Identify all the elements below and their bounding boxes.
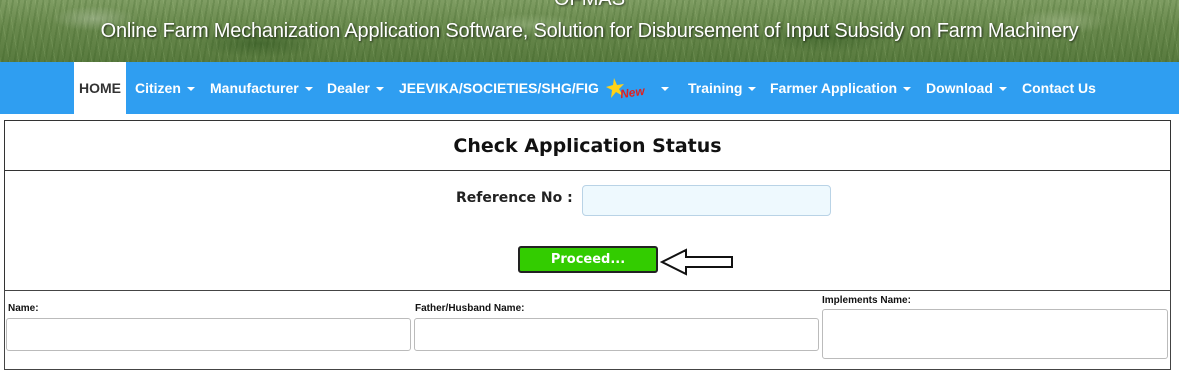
nav-dealer[interactable]: Dealer	[327, 62, 384, 114]
caret-down-icon	[748, 87, 757, 92]
nav-dealer-label: Dealer	[327, 80, 370, 96]
father-husband-name-label: Father/Husband Name:	[415, 303, 525, 314]
banner-title: Online Farm Mechanization Application So…	[100, 20, 1079, 42]
caret-down-icon	[375, 87, 384, 92]
caret-down-icon	[660, 87, 669, 92]
nav-training[interactable]: Training	[688, 62, 757, 114]
name-field	[6, 318, 411, 351]
nav-citizen[interactable]: Citizen	[135, 62, 195, 114]
new-badge-label: New	[619, 84, 646, 101]
nav-contact-us[interactable]: Contact Us	[1022, 62, 1096, 114]
nav-home[interactable]: HOME	[74, 62, 126, 114]
nav-download[interactable]: Download	[926, 62, 1007, 114]
arrow-left-icon	[660, 248, 733, 276]
header-banner: OFMAS Online Farm Mechanization Applicat…	[0, 0, 1179, 62]
nav-citizen-label: Citizen	[135, 80, 181, 96]
main-navbar: HOME Citizen Manufacturer Dealer JEEVIKA…	[0, 62, 1179, 114]
reference-no-label: Reference No :	[456, 190, 573, 206]
implements-name-field	[822, 309, 1168, 359]
nav-home-label: HOME	[79, 80, 121, 96]
nav-manufacturer[interactable]: Manufacturer	[210, 62, 313, 114]
nav-contact-us-label: Contact Us	[1022, 80, 1096, 96]
nav-manufacturer-label: Manufacturer	[210, 80, 299, 96]
caret-down-icon	[304, 87, 313, 92]
nav-jeevika-label: JEEVIKA/SOCIETIES/SHG/FIG	[399, 80, 599, 96]
reference-no-input[interactable]	[582, 185, 831, 216]
banner-abbreviation: OFMAS	[0, 0, 1179, 11]
proceed-button[interactable]: Proceed...	[518, 246, 658, 273]
nav-training-label: Training	[688, 80, 743, 96]
caret-down-icon	[186, 87, 195, 92]
panel-title: Check Application Status	[5, 121, 1170, 171]
father-husband-name-field	[414, 318, 819, 351]
nav-download-label: Download	[926, 80, 993, 96]
nav-farmer-application-label: Farmer Application	[770, 80, 898, 96]
caret-down-icon	[903, 87, 912, 92]
implements-name-label: Implements Name:	[822, 295, 911, 306]
new-badge-icon: New	[606, 78, 646, 101]
name-label: Name:	[8, 303, 39, 314]
nav-farmer-application[interactable]: Farmer Application	[770, 62, 912, 114]
caret-down-icon	[998, 87, 1007, 92]
